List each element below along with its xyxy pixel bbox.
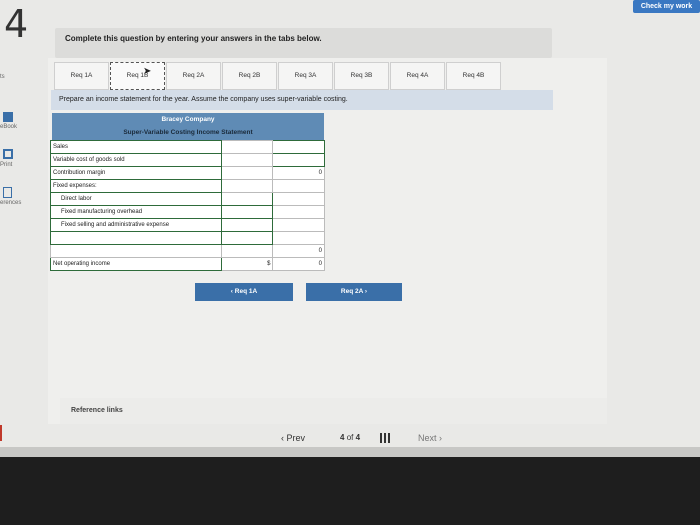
amount-total: 0 <box>272 244 325 258</box>
table-row: Fixed manufacturing overhead <box>50 205 325 219</box>
prompt-text: Prepare an income statement for the year… <box>59 96 348 103</box>
print-icon[interactable] <box>3 149 13 159</box>
amount-input[interactable] <box>220 192 274 206</box>
page-of: of <box>346 433 354 442</box>
table-row: Net operating income $ 0 <box>50 257 325 271</box>
amount-input[interactable] <box>272 153 325 167</box>
amount-cell <box>272 231 325 245</box>
row-label-input[interactable]: Variable cost of goods sold <box>50 153 222 167</box>
chevron-right-icon: › <box>364 288 368 295</box>
tab-req-4b[interactable]: Req 4B <box>446 62 501 90</box>
row-label-input[interactable]: Contribution margin <box>50 166 222 180</box>
row-label <box>50 244 222 258</box>
row-label-input[interactable]: Direct labor <box>50 192 222 206</box>
next-label: Next <box>418 433 437 443</box>
table-row: Direct labor <box>50 192 325 206</box>
ebook-link[interactable]: eBook <box>0 124 17 130</box>
screen-bezel <box>0 457 700 525</box>
prev-req-button[interactable]: ‹ Req 1A <box>195 283 293 301</box>
amount-cell <box>220 179 274 193</box>
table-row: Variable cost of goods sold <box>50 153 325 167</box>
prev-button[interactable]: ‹ Prev <box>281 433 305 443</box>
row-label-input[interactable]: Sales <box>50 140 222 154</box>
page-current: 4 <box>340 433 345 442</box>
reference-bar <box>60 398 607 424</box>
references-link[interactable]: erences <box>0 200 21 206</box>
table-row: Contribution margin 0 <box>50 166 325 180</box>
page-total: 4 <box>355 433 361 442</box>
amount-total: 0 <box>272 166 325 180</box>
tab-req-3b[interactable]: Req 3B <box>334 62 389 90</box>
tab-req-2a[interactable]: Req 2A <box>166 62 221 90</box>
amount-cell <box>272 192 325 206</box>
table-row: Sales <box>50 140 325 154</box>
row-label-input[interactable]: Fixed manufacturing overhead <box>50 205 222 219</box>
print-link[interactable]: Print <box>0 162 12 168</box>
page-indicator: 4 of 4 <box>340 433 360 442</box>
table-row: 0 <box>50 244 325 258</box>
next-button[interactable]: Next › <box>418 433 442 443</box>
rail-label-top: ts <box>0 74 5 80</box>
tab-req-1b[interactable]: Req 1B <box>110 62 165 90</box>
instruction-text: Complete this question by entering your … <box>65 34 322 43</box>
instruction-box <box>55 28 552 58</box>
chevron-right-icon: › <box>436 433 443 443</box>
tab-req-4a[interactable]: Req 4A <box>390 62 445 90</box>
amount-input[interactable] <box>220 205 274 219</box>
row-label-input[interactable] <box>50 231 222 245</box>
check-my-work-button[interactable]: Check my work <box>633 0 700 13</box>
ebook-icon[interactable] <box>3 112 13 122</box>
statement-title: Super-Variable Costing Income Statement <box>123 129 253 136</box>
table-row: Fixed selling and administrative expense <box>50 218 325 232</box>
tab-req-1a[interactable]: Req 1A <box>54 62 109 90</box>
dollar-sign: $ <box>220 257 274 271</box>
amount-cell <box>272 179 325 193</box>
row-label-input[interactable]: Fixed selling and administrative expense <box>50 218 222 232</box>
net-income-total: 0 <box>272 257 325 271</box>
company-name: Bracey Company <box>161 116 215 123</box>
footer-band <box>0 447 700 457</box>
tab-req-3a[interactable]: Req 3A <box>278 62 333 90</box>
amount-cell <box>220 244 274 258</box>
amount-cell <box>272 205 325 219</box>
row-label-input[interactable]: Net operating income <box>50 257 222 271</box>
amount-input[interactable] <box>272 140 325 154</box>
income-statement-table: Sales Variable cost of goods sold Contri… <box>50 140 325 271</box>
prev-label: Prev <box>286 433 306 443</box>
tab-req-2b[interactable]: Req 2B <box>222 62 277 90</box>
mouse-cursor-icon: ➤ <box>143 66 152 77</box>
question-number: 4 <box>4 2 29 46</box>
chevron-left-icon: ‹ <box>230 288 233 295</box>
amount-input[interactable] <box>220 218 274 232</box>
prev-req-label: Req 1A <box>234 288 258 295</box>
grid-icon[interactable] <box>380 433 390 443</box>
next-req-button[interactable]: Req 2A › <box>306 283 402 301</box>
table-row: Fixed expenses: <box>50 179 325 193</box>
amount-cell <box>220 166 274 180</box>
rail-marker <box>0 425 2 441</box>
reference-links[interactable]: Reference links <box>71 407 123 414</box>
tab-bar: Req 1A Req 1B Req 2A Req 2B Req 3A Req 3… <box>54 62 501 90</box>
amount-cell <box>220 140 274 154</box>
amount-cell <box>220 153 274 167</box>
next-req-label: Req 2A <box>340 288 364 295</box>
references-icon[interactable] <box>3 187 12 198</box>
row-label-input[interactable]: Fixed expenses: <box>50 179 222 193</box>
amount-input[interactable] <box>220 231 274 245</box>
table-row <box>50 231 325 245</box>
amount-cell <box>272 218 325 232</box>
